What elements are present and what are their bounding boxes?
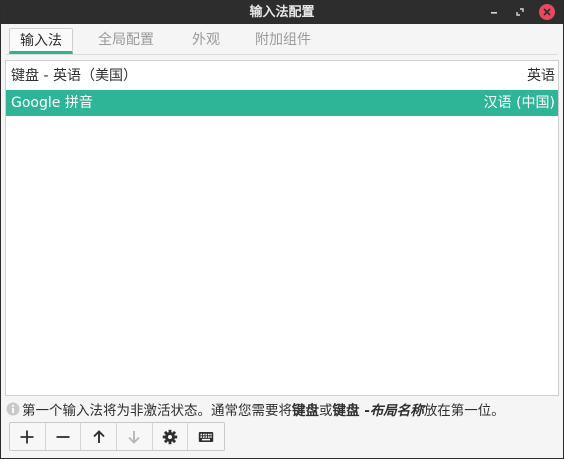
input-method-config-window: 输入法配置 输入法 全局配置 外观 附加组件 键盘 - 英语（美国） 英语 Go… — [0, 0, 564, 459]
input-method-name: Google 拼音 — [11, 95, 93, 111]
keyboard-layout-icon — [198, 431, 214, 442]
title-bar[interactable]: 输入法配置 — [1, 1, 563, 24]
input-method-list[interactable]: 键盘 - 英语（美国） 英语 Google 拼音 汉语 (中国) — [5, 60, 559, 396]
remove-button[interactable] — [46, 423, 82, 450]
list-toolbar — [9, 422, 225, 451]
info-text-2: 或 — [319, 403, 333, 419]
maximize-button[interactable] — [511, 3, 529, 21]
tab-input-method[interactable]: 输入法 — [9, 28, 73, 54]
input-method-language: 汉语 (中国) — [483, 95, 555, 111]
minimize-icon — [491, 12, 497, 14]
configure-icon — [162, 429, 178, 444]
info-bold-keyboard-layout: 键盘 - — [332, 403, 370, 419]
add-icon — [20, 430, 34, 443]
move-down-icon — [128, 430, 141, 444]
info-text-1: 第一个输入法将为非激活状态。通常您需要将 — [22, 403, 292, 419]
window-title: 输入法配置 — [249, 5, 315, 20]
info-icon — [6, 402, 20, 416]
list-item-selected[interactable]: Google 拼音 汉语 (中国) — [6, 90, 558, 116]
info-message: 第一个输入法将为非激活状态。通常您需要将 键盘或键盘 - 布局名称 放在第一位。 — [6, 400, 505, 419]
tab-appearance[interactable]: 外观 — [182, 28, 230, 54]
info-text-3: 放在第一位。 — [423, 403, 505, 419]
close-button[interactable] — [538, 3, 556, 21]
close-icon — [539, 4, 555, 20]
info-bold-keyboard: 键盘 — [292, 403, 319, 419]
tab-bar: 输入法 全局配置 外观 附加组件 — [6, 27, 558, 55]
input-method-language: 英语 — [527, 68, 555, 84]
move-up-button[interactable] — [81, 423, 118, 450]
list-item[interactable]: 键盘 - 英语（美国） 英语 — [6, 63, 558, 89]
add-button[interactable] — [10, 423, 46, 450]
minimize-button[interactable] — [485, 3, 503, 21]
tab-addons[interactable]: 附加组件 — [246, 28, 320, 54]
input-method-name: 键盘 - 英语（美国） — [11, 68, 137, 84]
remove-icon — [56, 435, 70, 438]
info-layout-name: 布局名称 — [369, 403, 424, 419]
move-down-button[interactable] — [117, 423, 153, 450]
tab-global-config[interactable]: 全局配置 — [90, 28, 162, 54]
move-up-icon — [93, 429, 105, 443]
keyboard-layout-button[interactable] — [188, 423, 224, 450]
configure-button[interactable] — [153, 423, 189, 450]
maximize-icon — [516, 8, 524, 16]
